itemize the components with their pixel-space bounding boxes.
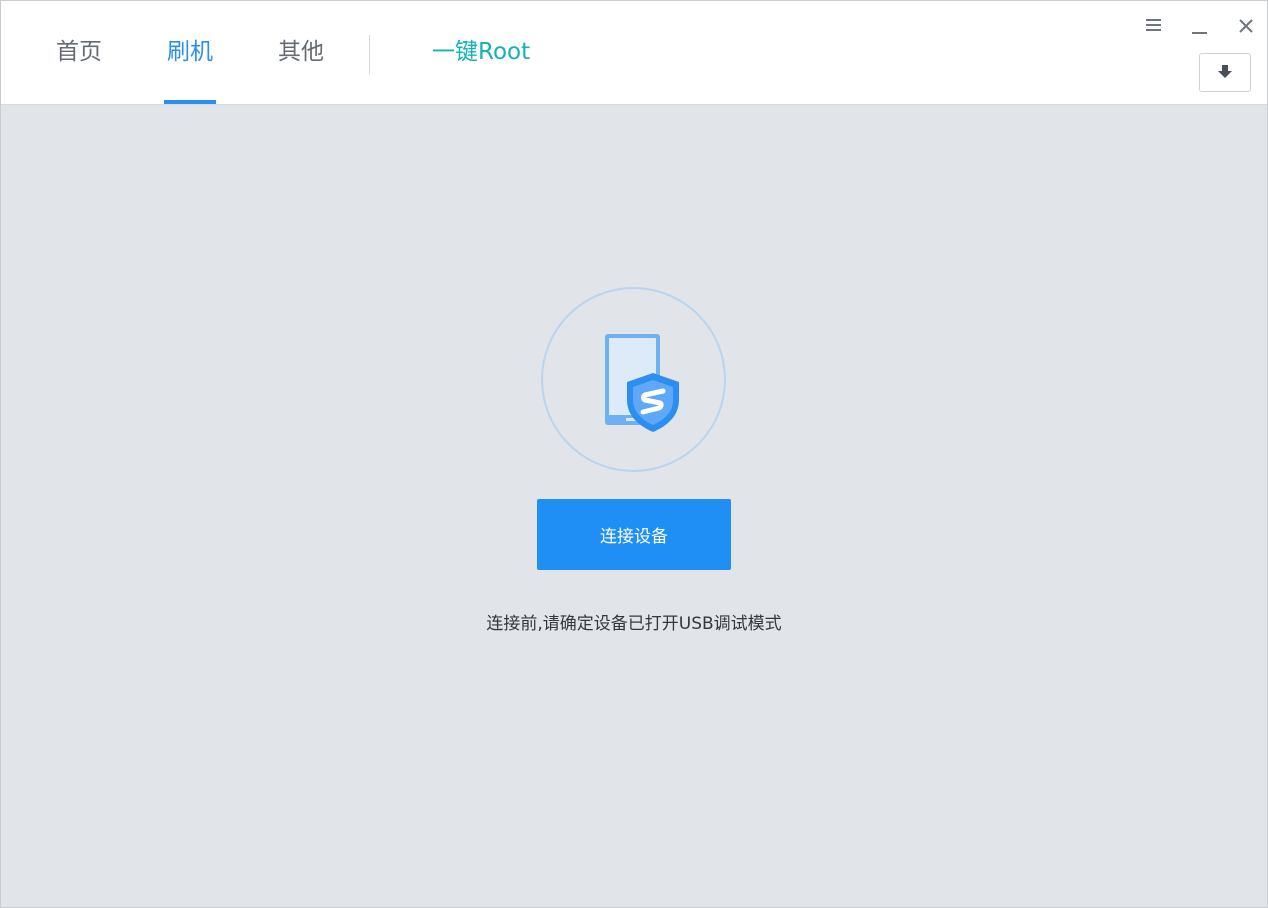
hamburger-menu-icon[interactable] xyxy=(1144,18,1164,34)
download-arrow-icon xyxy=(1218,65,1232,78)
download-button[interactable] xyxy=(1199,53,1251,92)
phone-shield-icon xyxy=(540,286,727,473)
active-tab-indicator xyxy=(164,100,216,104)
app-window: 首页 刷机 其他 一键Root 连接设备 连接前,请确定设备已打开USB调试模式 xyxy=(0,0,1268,908)
tab-divider xyxy=(369,35,370,74)
connect-device-button[interactable]: 连接设备 xyxy=(537,499,731,570)
tab-other[interactable]: 其他 xyxy=(278,37,324,67)
tab-one-click-root[interactable]: 一键Root xyxy=(432,37,530,67)
close-icon[interactable] xyxy=(1237,17,1255,35)
top-nav-bar: 首页 刷机 其他 一键Root xyxy=(1,1,1267,105)
minimize-icon[interactable] xyxy=(1190,19,1210,35)
usb-debug-hint: 连接前,请确定设备已打开USB调试模式 xyxy=(486,614,782,634)
tab-home[interactable]: 首页 xyxy=(56,37,102,67)
tab-flash[interactable]: 刷机 xyxy=(167,37,213,67)
